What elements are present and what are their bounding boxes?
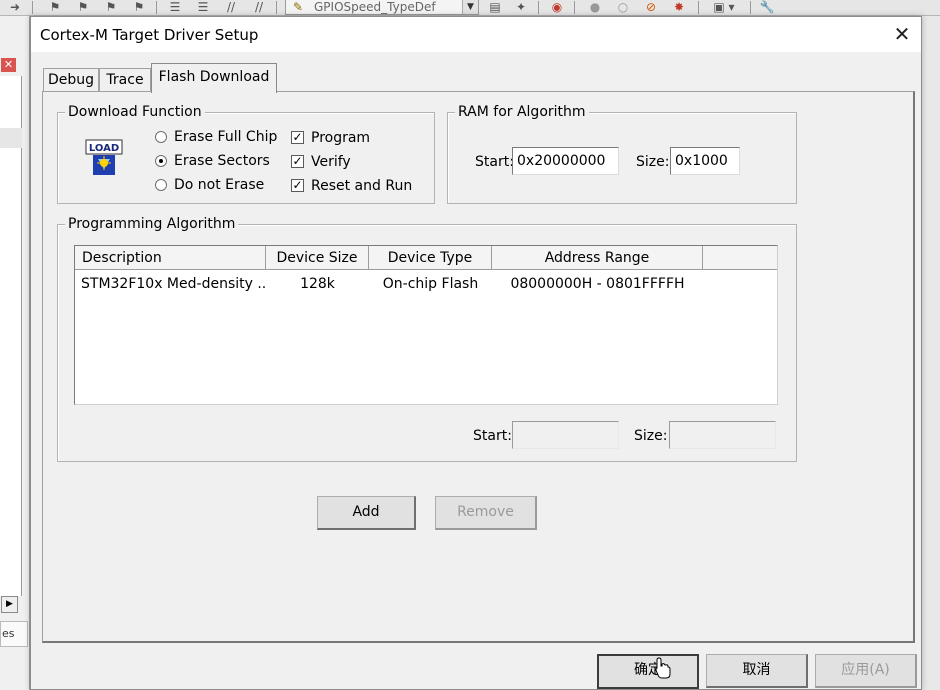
column-filler [703, 246, 777, 270]
project-tree[interactable] [0, 76, 22, 596]
row-description: STM32F10x Med-density ... [81, 276, 265, 292]
program-label: Program [311, 130, 371, 146]
load-icon-text: LOAD [89, 143, 119, 154]
breakpoint-icon[interactable]: ● [586, 0, 604, 15]
erase-full-chip-radio[interactable] [155, 131, 167, 143]
dialog-title: Cortex-M Target Driver Setup [40, 26, 259, 44]
toolbar-separator [574, 1, 575, 14]
bookmark-next-icon[interactable]: ⚑ [102, 0, 120, 15]
target-driver-setup-dialog: Cortex-M Target Driver Setup ✕ Debug Tra… [30, 16, 922, 690]
column-device-type[interactable]: Device Type [369, 246, 492, 270]
programming-algorithm-title: Programming Algorithm [65, 215, 239, 233]
unindent-icon[interactable]: ☰ [194, 0, 212, 15]
verify-checkbox[interactable]: ✓ [291, 155, 304, 168]
comment-icon[interactable]: // [222, 0, 240, 15]
ide-toolbar: ➜ ⚑ ⚑ ⚑ ⚑ ☰ ☰ // // ✎ GPIOSpeed_TypeDef … [0, 0, 940, 16]
function-combo[interactable]: ✎ GPIOSpeed_TypeDef ▼ [285, 0, 479, 15]
flash-download-panel: Download Function LOAD Erase Full Chip E… [42, 91, 915, 643]
erase-full-chip-label: Erase Full Chip [174, 129, 278, 145]
remove-button[interactable]: Remove [435, 496, 537, 530]
row-address-range: 08000000H - 0801FFFFH [510, 276, 685, 292]
verify-label: Verify [311, 154, 351, 170]
breakpoint-kill-icon[interactable]: ✸ [670, 0, 688, 15]
ram-start-field[interactable]: 0x20000000 [512, 147, 619, 175]
indent-icon[interactable]: ☰ [166, 0, 184, 15]
algo-size-label: Size: [634, 428, 668, 444]
tab-flash-download[interactable]: Flash Download [151, 63, 277, 93]
cancel-button[interactable]: 取消 [706, 654, 808, 688]
bookmark-prev-icon[interactable]: ⚑ [74, 0, 92, 15]
debug-stop-icon[interactable]: ⊘ [642, 0, 660, 15]
apply-button[interactable]: 应用(A) [815, 654, 917, 688]
zoom-icon[interactable]: ✦ [512, 0, 530, 15]
load-icon: LOAD [85, 139, 123, 175]
toolbar-separator [276, 1, 277, 14]
ram-size-label: Size: [636, 154, 670, 170]
do-not-erase-label: Do not Erase [174, 177, 265, 193]
ram-start-label: Start: [475, 154, 514, 170]
table-row[interactable]: STM32F10x Med-density ... 128k On-chip F… [75, 272, 775, 296]
add-button[interactable]: Add [317, 496, 416, 530]
tree-row-highlight [0, 128, 22, 148]
program-checkbox[interactable]: ✓ [291, 131, 304, 144]
mouse-cursor-icon [655, 657, 671, 679]
row-device-type: On-chip Flash [382, 276, 479, 292]
bookmark-clear-icon[interactable]: ⚑ [130, 0, 148, 15]
debug-icon[interactable]: ◉ [548, 0, 566, 15]
ram-size-field[interactable]: 0x1000 [670, 147, 740, 175]
toolbar-separator [156, 1, 157, 14]
function-combo-value: GPIOSpeed_TypeDef [314, 0, 436, 14]
uncomment-icon[interactable]: // [250, 0, 268, 15]
tab-debug[interactable]: Debug [43, 68, 99, 93]
window-icon[interactable]: ▣ ▾ [706, 0, 742, 15]
algorithm-list-header: Description Device Size Device Type Addr… [75, 246, 777, 270]
settings-icon[interactable]: 🔧 [758, 0, 776, 15]
do-not-erase-radio[interactable] [155, 179, 167, 191]
ide-project-pane: ✕ ▶ es [0, 16, 30, 690]
toolbar-separator [698, 1, 699, 14]
tab-trace[interactable]: Trace [99, 68, 151, 93]
breakpoint-disable-icon[interactable]: ○ [614, 0, 632, 15]
erase-sectors-radio[interactable] [155, 155, 167, 167]
toolbar-separator [750, 1, 751, 14]
scroll-right-icon[interactable]: ▶ [1, 596, 18, 613]
row-device-size: 128k [300, 276, 335, 292]
ram-for-algorithm-group: RAM for Algorithm Start: 0x20000000 Size… [447, 103, 797, 204]
find-in-files-icon[interactable]: ▤ [486, 0, 504, 15]
dialog-titlebar[interactable]: Cortex-M Target Driver Setup ✕ [31, 17, 921, 52]
arrow-right-icon[interactable]: ➜ [6, 0, 24, 15]
column-address-range[interactable]: Address Range [492, 246, 703, 270]
algo-size-field [669, 421, 776, 449]
ide-right-edge [922, 16, 940, 690]
chevron-down-icon[interactable]: ▼ [462, 0, 478, 14]
target-combo-icon: ✎ [292, 0, 304, 14]
reset-and-run-label: Reset and Run [311, 178, 413, 194]
ram-for-algorithm-title: RAM for Algorithm [455, 103, 589, 121]
download-function-group: Download Function LOAD Erase Full Chip E… [57, 103, 435, 204]
toolbar-separator [538, 1, 539, 14]
algo-start-field [512, 421, 619, 449]
algorithm-list[interactable]: Description Device Size Device Type Addr… [74, 245, 778, 405]
close-button[interactable]: ✕ [889, 23, 915, 47]
algo-start-label: Start: [473, 428, 512, 444]
reset-and-run-checkbox[interactable]: ✓ [291, 179, 304, 192]
column-device-size[interactable]: Device Size [266, 246, 369, 270]
ok-button[interactable]: 确定 [597, 654, 699, 689]
download-function-title: Download Function [65, 103, 205, 121]
erase-sectors-label: Erase Sectors [174, 153, 270, 169]
bookmark-icon[interactable]: ⚑ [46, 0, 64, 15]
close-icon[interactable]: ✕ [1, 58, 16, 72]
programming-algorithm-group: Programming Algorithm Description Device… [57, 215, 797, 462]
toolbar-separator [32, 1, 33, 14]
side-tab[interactable]: es [0, 621, 28, 647]
column-description[interactable]: Description [75, 246, 266, 270]
